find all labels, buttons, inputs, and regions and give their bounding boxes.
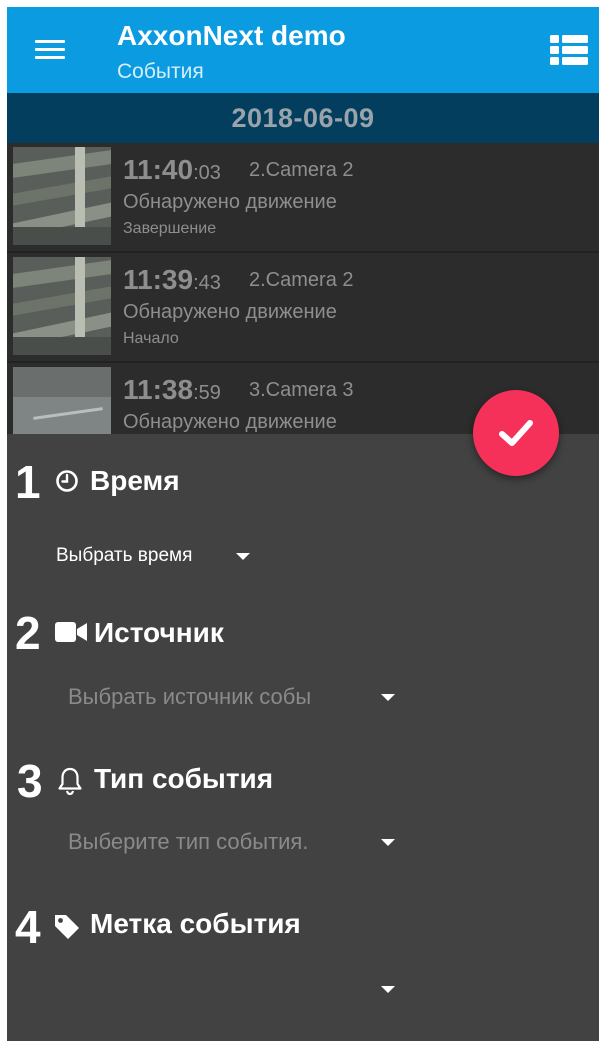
event-type: Обнаружено движение bbox=[123, 191, 337, 213]
event-thumbnail bbox=[13, 257, 111, 355]
chevron-down-icon bbox=[381, 986, 395, 993]
chevron-down-icon bbox=[381, 694, 395, 701]
time-dropdown[interactable]: Выбрать время bbox=[56, 545, 250, 567]
section-number: 1 bbox=[15, 456, 41, 508]
event-time-hm: 11:39 bbox=[123, 264, 194, 295]
event-time-sec: :59 bbox=[193, 382, 221, 404]
app-subtitle: События bbox=[117, 60, 204, 83]
event-time-sec: :43 bbox=[193, 272, 221, 294]
chevron-down-icon bbox=[381, 839, 395, 846]
menu-icon[interactable] bbox=[33, 35, 67, 65]
filter-panel: 1 Время Выбрать время 2 Источник Выбрать… bbox=[7, 434, 599, 1041]
video-camera-icon bbox=[55, 621, 87, 648]
event-type-dropdown[interactable]: Выберите тип события. bbox=[68, 829, 398, 855]
event-time: 11:39:43 bbox=[123, 264, 221, 296]
event-list-item[interactable]: 11:40:03 2.Camera 2 Обнаружено движение … bbox=[7, 143, 599, 253]
event-time-hm: 11:40 bbox=[123, 154, 194, 185]
app-bar: AxxonNext demo События bbox=[7, 7, 599, 93]
event-time: 11:38:59 bbox=[123, 374, 221, 406]
section-title: Метка события bbox=[90, 908, 301, 939]
app-title: AxxonNext demo bbox=[117, 20, 346, 51]
event-camera: 2.Camera 2 bbox=[249, 159, 354, 181]
section-number: 2 bbox=[15, 607, 41, 659]
event-camera: 2.Camera 2 bbox=[249, 269, 354, 291]
bell-icon bbox=[57, 767, 83, 800]
tag-icon bbox=[53, 913, 81, 946]
section-number: 3 bbox=[17, 755, 43, 807]
source-dropdown[interactable]: Выбрать источник собы bbox=[68, 684, 398, 710]
section-title: Время bbox=[90, 465, 180, 496]
event-camera: 3.Camera 3 bbox=[249, 379, 354, 401]
section-title: Тип события bbox=[94, 763, 274, 794]
time-dropdown-value: Выбрать время bbox=[56, 545, 193, 566]
section-number: 4 bbox=[15, 901, 41, 953]
event-list-item[interactable]: 11:39:43 2.Camera 2 Обнаружено движение … bbox=[7, 253, 599, 363]
event-time-sec: :03 bbox=[193, 162, 221, 184]
chevron-down-icon bbox=[236, 553, 250, 560]
section-title: Источник bbox=[94, 617, 224, 648]
event-type-dropdown-placeholder: Выберите тип события. bbox=[68, 829, 309, 854]
event-type: Обнаружено движение bbox=[123, 301, 337, 323]
list-view-icon[interactable] bbox=[549, 32, 589, 68]
event-thumbnail bbox=[13, 147, 111, 245]
event-phase: Завершение bbox=[123, 220, 217, 237]
event-time-hm: 11:38 bbox=[123, 374, 194, 405]
event-tag-dropdown[interactable] bbox=[68, 976, 398, 1006]
checkmark-icon bbox=[499, 420, 533, 446]
source-dropdown-placeholder: Выбрать источник собы bbox=[68, 684, 312, 709]
clock-icon bbox=[55, 469, 79, 498]
event-type: Обнаружено движение bbox=[123, 411, 337, 433]
date-header: 2018-06-09 bbox=[7, 93, 599, 143]
app-frame: AxxonNext demo События 2018-06-09 11:40:… bbox=[7, 7, 599, 1041]
apply-filter-button[interactable] bbox=[473, 390, 559, 476]
event-time: 11:40:03 bbox=[123, 154, 221, 186]
event-phase: Начало bbox=[123, 330, 179, 347]
